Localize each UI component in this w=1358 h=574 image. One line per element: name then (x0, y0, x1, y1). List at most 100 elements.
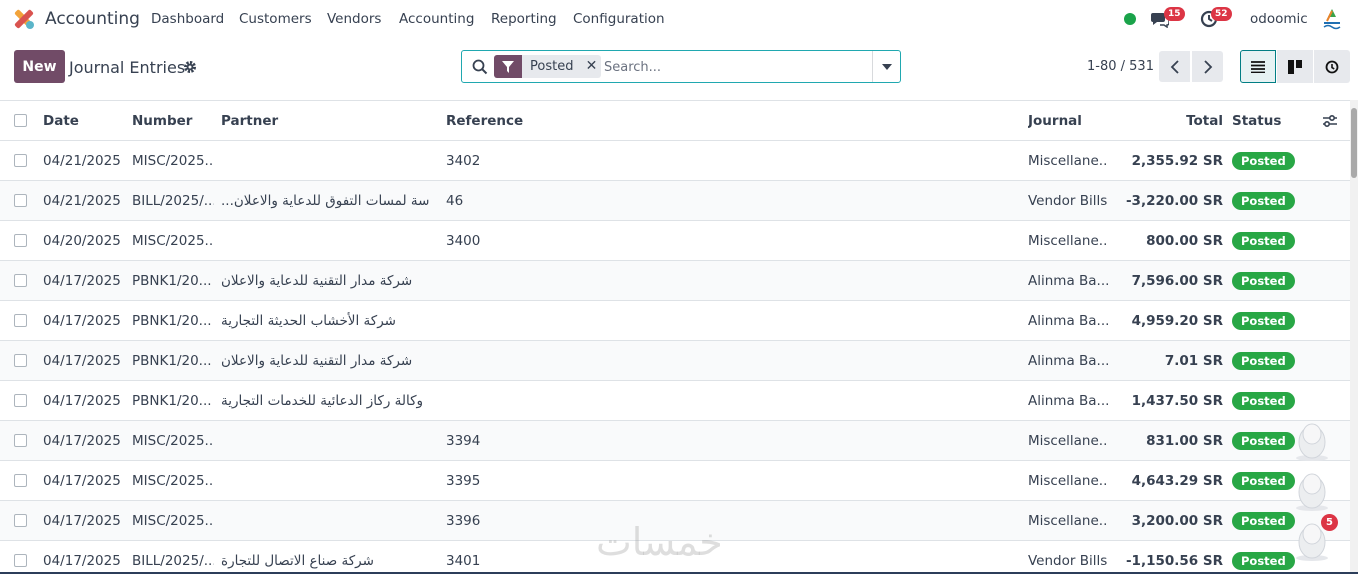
column-header-number[interactable]: Number (132, 101, 214, 141)
cell-total: 1,437.50 SR (1131, 393, 1223, 409)
row-checkbox[interactable] (14, 234, 27, 247)
pager-value[interactable]: 1-80 / 531 (1087, 59, 1154, 74)
table-row[interactable]: 04/21/2025 BILL/2025/... ...سة لمسات التفو… (0, 181, 1350, 221)
cell-total: 7,596.00 SR (1131, 273, 1223, 289)
row-checkbox[interactable] (14, 194, 27, 207)
cell-partner (221, 221, 434, 261)
menu-vendors[interactable]: Vendors (327, 11, 381, 27)
cell-partner: شركة مدار التقنية للدعاية والاعلان (221, 353, 413, 369)
cell-partner: شركة الأخشاب الحديثة التجارية (221, 313, 396, 329)
table-row[interactable]: 04/17/2025 MISC/2025... 3394 Miscellane... 8… (0, 421, 1350, 461)
row-checkbox[interactable] (14, 434, 27, 447)
cell-total: 4,959.20 SR (1131, 313, 1223, 329)
search-icon[interactable] (472, 59, 488, 75)
cell-partner: شركة صناع الاتصال للتجارة (221, 553, 374, 569)
column-header-reference[interactable]: Reference (446, 101, 746, 141)
status-badge: Posted (1232, 312, 1295, 330)
company-logo-icon[interactable] (1318, 7, 1346, 31)
cell-reference (446, 301, 746, 341)
cell-date: 04/17/2025 (43, 473, 121, 489)
cell-journal: Alinma Ba... (1028, 273, 1108, 289)
cell-journal: Miscellane... (1028, 433, 1108, 449)
cell-reference (446, 261, 746, 301)
search-bar[interactable]: Posted ✕ (461, 50, 901, 83)
accounting-app-icon[interactable] (12, 8, 36, 30)
remove-facet-close-icon[interactable]: ✕ (581, 55, 601, 78)
cell-journal: Miscellane... (1028, 513, 1108, 529)
presence-status-icon (1124, 13, 1136, 25)
cell-reference: 3395 (446, 473, 481, 489)
messages-badge: 15 (1164, 7, 1185, 21)
menu-configuration[interactable]: Configuration (573, 11, 665, 27)
column-header-partner[interactable]: Partner (221, 101, 434, 141)
column-header-total[interactable]: Total (1110, 101, 1223, 141)
list-view-button[interactable] (1240, 50, 1276, 83)
table-row[interactable]: 04/17/2025 PBNK1/20... شركة الأخشاب الحديث… (0, 301, 1350, 341)
cell-date: 04/17/2025 (43, 273, 121, 289)
table-row[interactable]: 04/21/2025 MISC/2025... 3402 Miscellane... 2… (0, 141, 1350, 181)
cell-journal: Miscellane... (1028, 233, 1108, 249)
cell-date: 04/17/2025 (43, 393, 121, 409)
pager-next-button[interactable] (1192, 51, 1223, 82)
row-checkbox[interactable] (14, 314, 27, 327)
row-checkbox[interactable] (14, 354, 27, 367)
status-badge: Posted (1232, 512, 1295, 530)
search-input[interactable] (604, 57, 864, 77)
cell-number: MISC/2025... (132, 233, 214, 249)
row-checkbox[interactable] (14, 474, 27, 487)
cell-total: 2,355.92 SR (1131, 153, 1223, 169)
cell-reference (446, 381, 746, 421)
status-badge: Posted (1232, 472, 1295, 490)
row-checkbox[interactable] (14, 514, 27, 527)
cell-total: -3,220.00 SR (1125, 193, 1223, 209)
cell-status: Posted (1232, 141, 1322, 181)
cell-journal: Miscellane... (1028, 153, 1108, 169)
chat-avatar-icon[interactable] (1292, 418, 1332, 462)
status-badge: Posted (1232, 152, 1295, 170)
cell-number: PBNK1/20... (132, 273, 212, 289)
cell-journal: Alinma Ba... (1028, 353, 1108, 369)
menu-customers[interactable]: Customers (239, 11, 312, 27)
gear-icon[interactable] (183, 60, 197, 74)
chat-avatar-icon[interactable] (1292, 468, 1332, 512)
cell-partner: وكالة ركاز الدعائية للخدمات التجارية (221, 393, 424, 409)
caret-down-icon (881, 63, 892, 70)
table-row[interactable]: 04/20/2025 MISC/2025... 3400 Miscellane... 8… (0, 221, 1350, 261)
cell-number: MISC/2025... (132, 513, 214, 529)
app-name[interactable]: Accounting (45, 9, 140, 29)
cell-partner (221, 421, 434, 461)
filter-icon (494, 55, 522, 78)
row-checkbox[interactable] (14, 154, 27, 167)
clock-icon (1325, 60, 1339, 73)
kanban-view-button[interactable] (1277, 50, 1313, 83)
column-header-date[interactable]: Date (43, 101, 125, 141)
search-options-toggle[interactable] (872, 51, 900, 82)
row-checkbox[interactable] (14, 394, 27, 407)
table-row[interactable]: 04/17/2025 PBNK1/20... وكالة ركاز الدعائية… (0, 381, 1350, 421)
select-all-checkbox[interactable] (14, 114, 27, 127)
cell-date: 04/20/2025 (43, 233, 121, 249)
cell-number: BILL/2025/... (132, 553, 214, 569)
optional-columns-sliders-icon[interactable] (1322, 113, 1338, 129)
cell-status: Posted (1232, 221, 1322, 261)
menu-reporting[interactable]: Reporting (491, 11, 557, 27)
table-row[interactable]: 04/17/2025 PBNK1/20... شركة مدار التقنية ل… (0, 261, 1350, 301)
status-badge: Posted (1232, 352, 1295, 370)
pager-previous-button[interactable] (1159, 51, 1190, 82)
new-button[interactable]: New (14, 50, 65, 83)
company-name[interactable]: odoomic (1250, 11, 1308, 27)
table-row[interactable]: 04/17/2025 PBNK1/20... شركة مدار التقنية ل… (0, 341, 1350, 381)
menu-dashboard[interactable]: Dashboard (151, 11, 224, 27)
cell-reference: 3394 (446, 433, 481, 449)
vertical-scrollbar[interactable] (1350, 100, 1358, 574)
scrollbar-thumb[interactable] (1351, 108, 1357, 178)
menu-accounting[interactable]: Accounting (399, 11, 474, 27)
activity-view-button[interactable] (1314, 50, 1350, 83)
cell-status: Posted (1232, 181, 1322, 221)
search-facet-posted[interactable]: Posted ✕ (494, 55, 602, 78)
row-checkbox[interactable] (14, 554, 27, 567)
table-row[interactable]: 04/17/2025 MISC/2025... 3395 Miscellane... 4… (0, 461, 1350, 501)
row-checkbox[interactable] (14, 274, 27, 287)
column-header-journal[interactable]: Journal (1028, 101, 1108, 141)
column-header-status[interactable]: Status (1232, 101, 1322, 141)
